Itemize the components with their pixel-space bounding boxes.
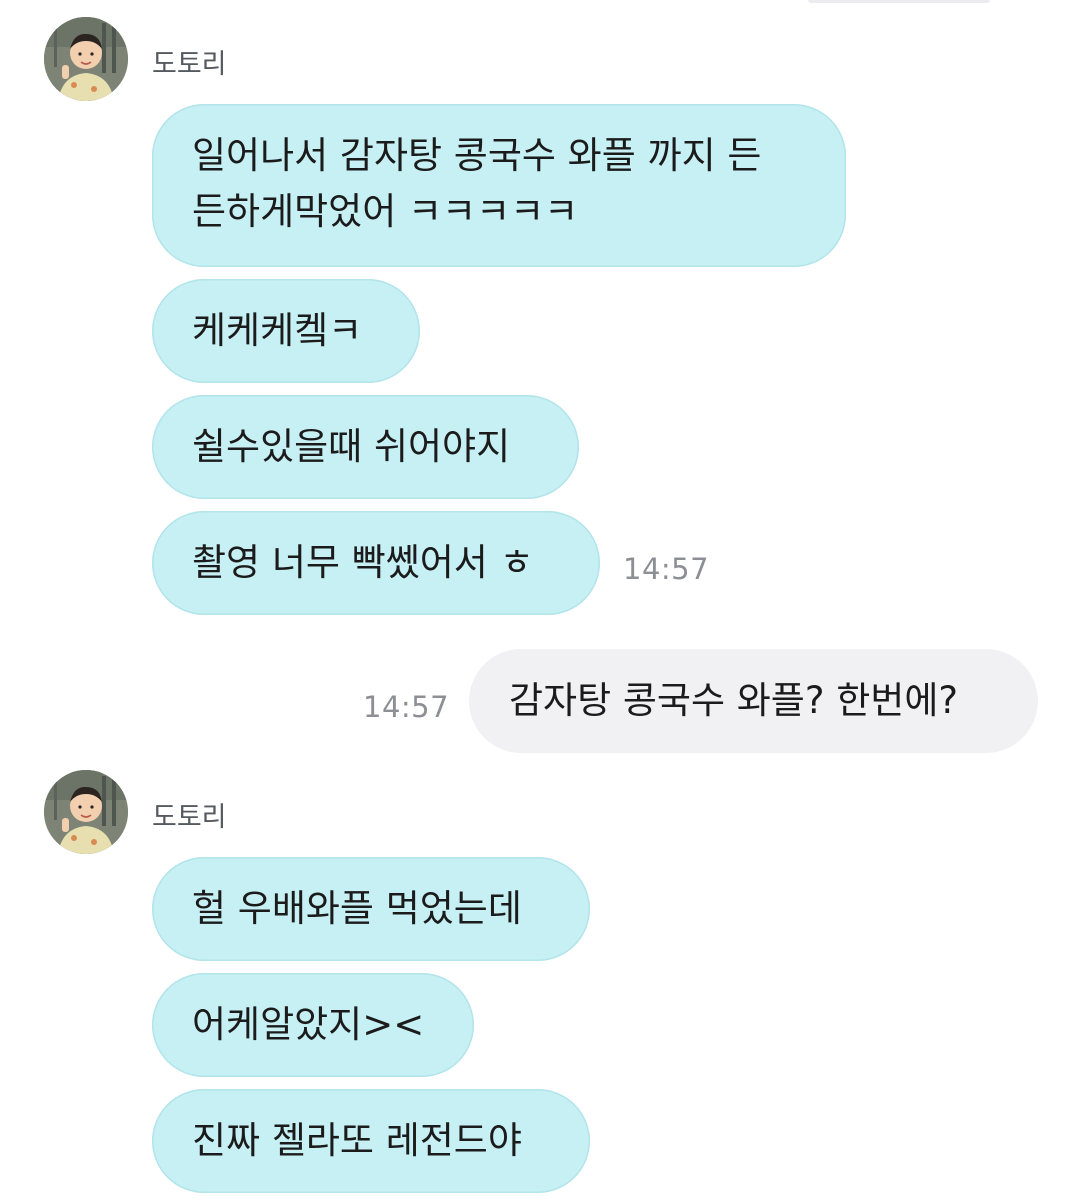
- avatar-icon[interactable]: [44, 17, 128, 101]
- avatar-icon[interactable]: [44, 770, 128, 854]
- message-timestamp: 14:57: [623, 552, 710, 586]
- message-bubble[interactable]: 쉴수있을때 쉬어야지: [152, 395, 579, 499]
- message-bubble[interactable]: 헐 우배와플 먹었는데: [152, 857, 590, 961]
- previous-message-edge: [808, 0, 990, 3]
- message-bubble[interactable]: 일어나서 감자탕 콩국수 와플 까지 든 든하게막었어 ㅋㅋㅋㅋㅋ: [152, 104, 846, 267]
- message-timestamp: 14:57: [363, 690, 450, 724]
- message-bubble[interactable]: 진짜 젤라또 레전드야: [152, 1089, 590, 1193]
- message-bubble-outgoing[interactable]: 감자탕 콩국수 와플? 한번에?: [469, 649, 1038, 753]
- sender-name: 도토리: [152, 49, 227, 80]
- sender-name: 도토리: [152, 802, 227, 833]
- message-bubble[interactable]: 케케케켘ㅋ: [152, 279, 420, 383]
- message-bubble[interactable]: 어케알았지><: [152, 973, 474, 1077]
- message-bubble[interactable]: 촬영 너무 빡쎘어서 ㅎ: [152, 511, 600, 615]
